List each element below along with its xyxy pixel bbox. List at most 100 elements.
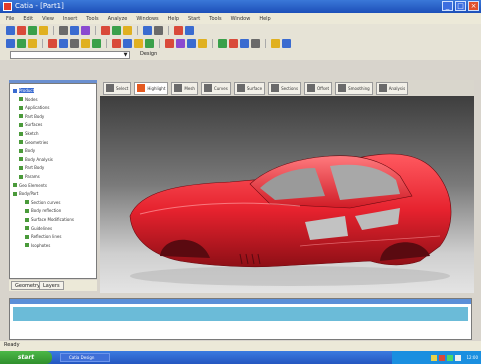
minimize-button[interactable]: _ xyxy=(442,1,453,11)
tree-item[interactable]: Body xyxy=(19,147,35,154)
tree-node-icon xyxy=(19,114,23,119)
menu-item[interactable]: View xyxy=(42,16,54,22)
tree-item[interactable]: Body/Part xyxy=(13,190,38,197)
menu-item[interactable]: Windows xyxy=(136,16,158,22)
toolbar-button-icon[interactable] xyxy=(6,26,15,35)
toolbar-button-icon[interactable] xyxy=(134,39,143,48)
start-button[interactable]: start xyxy=(0,351,52,364)
toolbar-button-icon[interactable] xyxy=(28,26,37,35)
toolbar-button-icon[interactable] xyxy=(70,39,79,48)
tree-item[interactable]: Product xyxy=(13,87,35,94)
toolbar-button-icon[interactable] xyxy=(6,39,15,48)
toolbar-button-icon[interactable] xyxy=(101,26,110,35)
toolbar-button-icon[interactable] xyxy=(143,26,152,35)
tree-item[interactable]: Body reflection xyxy=(25,207,61,214)
toolbar-button-icon[interactable] xyxy=(174,26,183,35)
tree-item[interactable]: Guidelines xyxy=(25,225,52,232)
tree-item[interactable]: Params xyxy=(19,173,40,180)
toolbar-button-icon[interactable] xyxy=(39,26,48,35)
tree-item[interactable]: Isophotes xyxy=(25,242,50,249)
menu-item[interactable]: Help xyxy=(168,16,179,22)
menu-item[interactable]: File xyxy=(6,16,14,22)
view-tab[interactable]: Sections xyxy=(268,81,302,95)
toolbar-button-icon[interactable] xyxy=(17,26,26,35)
tree-item[interactable]: Body Analysis xyxy=(19,156,53,163)
toolbar-button-icon[interactable] xyxy=(229,39,238,48)
tree-item[interactable]: Sketch xyxy=(19,130,38,137)
menu-item[interactable]: Help xyxy=(259,16,270,22)
toolbar-button-icon[interactable] xyxy=(165,39,174,48)
toolbar-button-icon[interactable] xyxy=(123,26,132,35)
toolbar-button-icon[interactable] xyxy=(112,39,121,48)
tree-item-label: Guidelines xyxy=(31,225,53,231)
close-button[interactable]: × xyxy=(468,1,479,11)
tree-item[interactable]: Applications xyxy=(19,104,49,111)
menu-item[interactable]: Insert xyxy=(63,16,77,22)
toolbar-button-icon[interactable] xyxy=(185,26,194,35)
toolbar-separator xyxy=(168,26,169,35)
toolbar-button-icon[interactable] xyxy=(187,39,196,48)
menu-item[interactable]: Edit xyxy=(23,16,33,22)
toolbar-button-icon[interactable] xyxy=(198,39,207,48)
output-progress-area xyxy=(13,307,468,321)
tree-item[interactable]: Reflection lines xyxy=(25,233,61,240)
menu-item[interactable]: Tools xyxy=(209,16,221,22)
toolbar-button-icon[interactable] xyxy=(282,39,291,48)
system-tray: 12:00 xyxy=(392,351,481,364)
toolbar-button-icon[interactable] xyxy=(145,39,154,48)
tree-node-icon xyxy=(19,131,23,136)
tree-node-icon xyxy=(19,148,23,153)
toolbar-button-icon[interactable] xyxy=(81,26,90,35)
view-tab[interactable]: Curves xyxy=(200,81,231,95)
toolbar-button-icon[interactable] xyxy=(70,26,79,35)
toolbar-button-icon[interactable] xyxy=(81,39,90,48)
toolbar-button-icon[interactable] xyxy=(218,39,227,48)
toolbar-button-icon[interactable] xyxy=(240,39,249,48)
3d-viewport[interactable] xyxy=(100,96,474,293)
toolbar-button-icon[interactable] xyxy=(92,39,101,48)
view-tab[interactable]: Highlight xyxy=(134,81,169,95)
workbench-select[interactable] xyxy=(10,51,130,59)
tree-item[interactable]: Section curves xyxy=(25,199,60,206)
tray-icon[interactable] xyxy=(447,354,454,361)
toolbar-button-icon[interactable] xyxy=(251,39,260,48)
tree-item[interactable]: Part Body xyxy=(19,113,44,120)
taskbar-item-catia[interactable]: Catia Design xyxy=(60,353,110,362)
tree-item[interactable]: Nodes xyxy=(19,96,38,103)
tree-item[interactable]: Geo Elements xyxy=(13,182,47,189)
toolbar-button-icon[interactable] xyxy=(59,26,68,35)
view-tab[interactable]: Select xyxy=(103,81,132,95)
maximize-button[interactable]: □ xyxy=(455,1,466,11)
toolbar-button-icon[interactable] xyxy=(154,26,163,35)
tray-icon[interactable] xyxy=(455,354,462,361)
view-tab[interactable]: Offset xyxy=(304,81,333,95)
toolbar-button-icon[interactable] xyxy=(28,39,37,48)
tree-item[interactable]: Surfaces xyxy=(19,121,42,128)
toolbar-button-icon[interactable] xyxy=(17,39,26,48)
specification-tree[interactable]: Product Nodes Applications Part Body Surface… xyxy=(9,83,97,279)
toolbar-button-icon[interactable] xyxy=(271,39,280,48)
chevron-down-icon[interactable]: ▼ xyxy=(121,51,130,59)
tray-icon[interactable] xyxy=(431,354,438,361)
toolbar-button-icon[interactable] xyxy=(48,39,57,48)
tree-item-label: Body/Part xyxy=(19,191,39,197)
menu-item[interactable]: Start xyxy=(188,16,200,22)
toolbar-button-icon[interactable] xyxy=(112,26,121,35)
tree-item-label: Body reflection xyxy=(31,208,62,214)
view-tab[interactable]: Mesh xyxy=(171,81,198,95)
tree-item[interactable]: Geometries xyxy=(19,139,48,146)
tree-node-icon xyxy=(19,174,23,179)
toolbar-button-icon[interactable] xyxy=(123,39,132,48)
tree-item[interactable]: Part Body xyxy=(19,164,44,171)
toolbar-button-icon[interactable] xyxy=(59,39,68,48)
menu-item[interactable]: Tools xyxy=(86,16,98,22)
tray-icon[interactable] xyxy=(439,354,446,361)
menu-item[interactable]: Window xyxy=(231,16,251,22)
view-tab[interactable]: Analysis xyxy=(375,81,409,95)
view-tab[interactable]: Smoothing xyxy=(335,81,373,95)
tab-layers[interactable]: Layers xyxy=(39,281,64,290)
toolbar-button-icon[interactable] xyxy=(176,39,185,48)
tree-item[interactable]: Surface Modifications xyxy=(25,216,74,223)
view-tab[interactable]: Surface xyxy=(233,81,266,95)
menu-item[interactable]: Analyze xyxy=(108,16,128,22)
